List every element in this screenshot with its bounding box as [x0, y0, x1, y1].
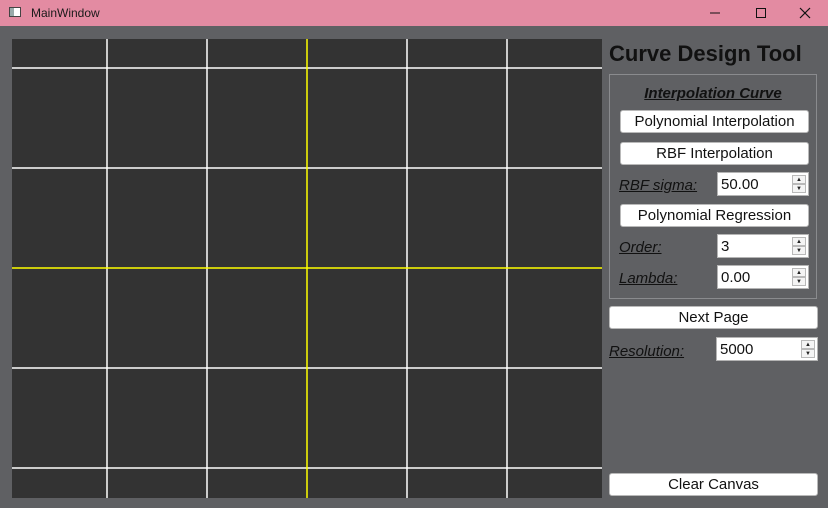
maximize-icon — [756, 8, 766, 18]
canvas-grid — [12, 39, 602, 498]
spin-up-icon[interactable]: ▲ — [792, 175, 806, 184]
control-panel: Curve Design Tool Interpolation Curve Po… — [608, 26, 820, 508]
panel-title: Curve Design Tool — [609, 41, 802, 66]
lambda-label: Lambda: — [619, 270, 678, 287]
order-spinbox[interactable]: 3 ▲ ▼ — [717, 234, 809, 258]
spin-down-icon[interactable]: ▼ — [801, 349, 815, 358]
spin-down-icon[interactable]: ▼ — [792, 246, 806, 255]
maximize-button[interactable] — [738, 0, 784, 26]
app-window-icon — [9, 7, 21, 17]
lambda-spinbox[interactable]: 0.00 ▲ ▼ — [717, 265, 809, 289]
order-label: Order: — [619, 239, 662, 256]
interpolation-group: Interpolation Curve Polynomial Interpola… — [609, 74, 817, 299]
window-title: MainWindow — [31, 6, 100, 20]
spin-up-icon[interactable]: ▲ — [792, 268, 806, 277]
lambda-value: 0.00 — [721, 269, 751, 286]
minimize-icon — [710, 12, 720, 14]
polynomial-interpolation-button[interactable]: Polynomial Interpolation — [620, 110, 809, 133]
next-page-button[interactable]: Next Page — [609, 306, 818, 329]
rbf-interpolation-button[interactable]: RBF Interpolation — [620, 142, 809, 165]
rbf-sigma-label: RBF sigma: — [619, 177, 698, 194]
resolution-value: 5000 — [720, 341, 754, 358]
spin-down-icon[interactable]: ▼ — [792, 277, 806, 286]
minimize-button[interactable] — [692, 0, 738, 26]
resolution-spinbox[interactable]: 5000 ▲ ▼ — [716, 337, 818, 361]
close-icon — [799, 7, 811, 19]
group-title: Interpolation Curve — [644, 85, 782, 102]
polynomial-regression-button[interactable]: Polynomial Regression — [620, 204, 809, 227]
order-value: 3 — [721, 238, 730, 255]
spin-up-icon[interactable]: ▲ — [792, 237, 806, 246]
clear-canvas-button[interactable]: Clear Canvas — [609, 473, 818, 496]
rbf-sigma-spinbox[interactable]: 50.00 ▲ ▼ — [717, 172, 809, 196]
close-button[interactable] — [782, 0, 828, 26]
drawing-canvas[interactable] — [12, 39, 602, 498]
main-window-body: Curve Design Tool Interpolation Curve Po… — [0, 26, 828, 508]
resolution-label: Resolution: — [609, 343, 685, 360]
spin-up-icon[interactable]: ▲ — [801, 340, 815, 349]
title-bar: MainWindow — [0, 0, 828, 26]
spin-down-icon[interactable]: ▼ — [792, 184, 806, 193]
rbf-sigma-value: 50.00 — [721, 176, 759, 193]
